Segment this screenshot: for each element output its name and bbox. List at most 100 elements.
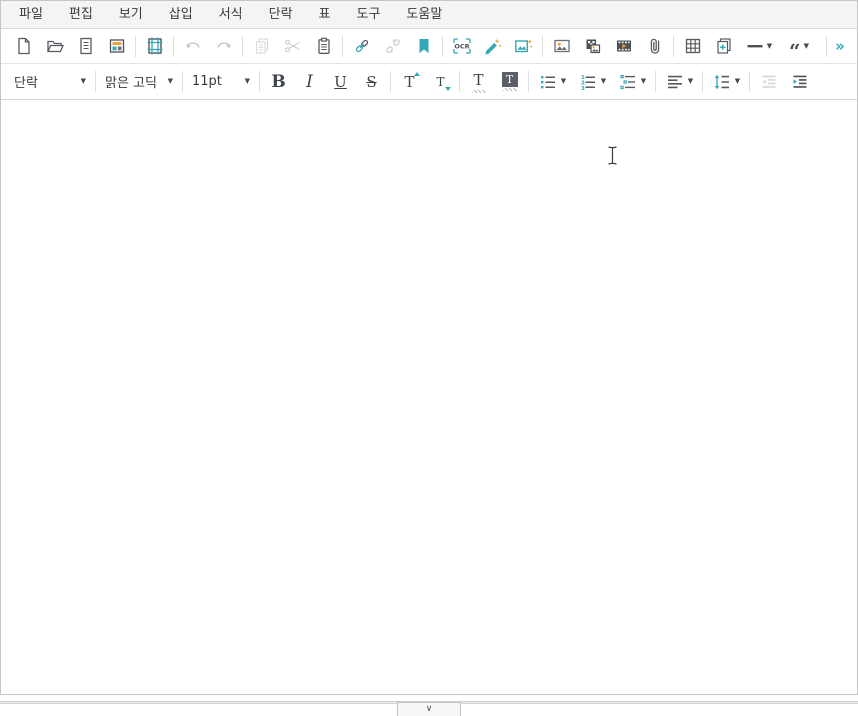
bookmark-icon xyxy=(414,36,434,56)
bold-label: B xyxy=(271,72,285,92)
bullet-list-button[interactable]: ▼ xyxy=(532,67,572,97)
ai-image-button[interactable] xyxy=(508,31,539,61)
dropdown-arrow-icon: ▼ xyxy=(641,78,646,85)
link-icon xyxy=(352,36,372,56)
outdent-button[interactable] xyxy=(753,67,784,97)
open-file-button[interactable] xyxy=(39,31,70,61)
insert-link-button[interactable] xyxy=(346,31,377,61)
menu-view[interactable]: 보기 xyxy=(106,1,156,28)
menu-paragraph[interactable]: 단락 xyxy=(256,1,306,28)
menu-format[interactable]: 서식 xyxy=(206,1,256,28)
cut-button[interactable] xyxy=(277,31,308,61)
bookmark-button[interactable] xyxy=(408,31,439,61)
ocr-button[interactable]: OCR xyxy=(446,31,477,61)
highlight-color-icon: T xyxy=(502,72,518,91)
undo-button[interactable] xyxy=(177,31,208,61)
undo-icon xyxy=(183,36,203,56)
font-size-dropdown[interactable]: 11pt ▼ xyxy=(186,67,256,97)
toolbar-separator xyxy=(242,36,243,57)
insert-video-button[interactable] xyxy=(608,31,639,61)
photo-gallery-button[interactable] xyxy=(577,31,608,61)
font-family-dropdown[interactable]: 맑은 고딕 ▼ xyxy=(99,67,179,97)
double-chevron-right-icon: » xyxy=(835,39,845,54)
ai-image-icon xyxy=(513,36,534,56)
paperclip-icon xyxy=(645,36,665,56)
insert-image-button[interactable] xyxy=(546,31,577,61)
blockquote-button[interactable]: “ ▼ xyxy=(779,31,819,61)
scissors-icon xyxy=(283,36,303,56)
dropdown-arrow-icon: ▼ xyxy=(804,43,809,50)
menu-table[interactable]: 표 xyxy=(306,1,344,28)
horizontal-line-button[interactable]: ▼ xyxy=(739,31,779,61)
attach-file-button[interactable] xyxy=(639,31,670,61)
toolbar-separator xyxy=(749,71,750,92)
dropdown-arrow-icon: ▼ xyxy=(767,43,772,50)
dropdown-arrow-icon: ▼ xyxy=(735,78,740,85)
editor-canvas[interactable] xyxy=(1,100,857,694)
caret-down-icon xyxy=(445,87,451,91)
multilevel-list-button[interactable]: ▼ xyxy=(612,67,652,97)
menu-insert[interactable]: 삽입 xyxy=(156,1,206,28)
align-left-icon xyxy=(665,72,685,92)
template-button[interactable] xyxy=(101,31,132,61)
underline-button[interactable]: U xyxy=(325,67,356,97)
copy-button[interactable] xyxy=(246,31,277,61)
add-page-button[interactable] xyxy=(708,31,739,61)
numbered-list-button[interactable]: 1 2 3 ▼ xyxy=(572,67,612,97)
font-color-button[interactable]: T xyxy=(463,67,494,97)
bullet-list-icon xyxy=(538,72,558,92)
quote-icon: “ xyxy=(789,47,801,55)
bold-button[interactable]: B xyxy=(263,67,294,97)
italic-label: I xyxy=(306,72,313,92)
increase-font-size-button[interactable]: T xyxy=(394,67,425,97)
ai-pen-button[interactable] xyxy=(477,31,508,61)
redo-button[interactable] xyxy=(208,31,239,61)
toolbar-separator xyxy=(182,71,183,92)
indent-button[interactable] xyxy=(784,67,815,97)
multilevel-list-icon xyxy=(618,72,638,92)
toolbar-separator xyxy=(442,36,443,57)
strikethrough-button[interactable]: S xyxy=(356,67,387,97)
toolbar-separator xyxy=(173,36,174,57)
template-icon xyxy=(107,36,127,56)
indent-icon xyxy=(790,72,810,92)
menu-file[interactable]: 파일 xyxy=(6,1,56,28)
expand-panel-button[interactable]: ∨ xyxy=(397,702,461,716)
toolbar-separator xyxy=(655,71,656,92)
line-spacing-icon xyxy=(712,72,732,92)
align-button[interactable]: ▼ xyxy=(659,67,699,97)
toolbar-separator xyxy=(673,36,674,57)
page-margins-icon xyxy=(145,36,165,56)
outdent-icon xyxy=(759,72,779,92)
more-tools-button[interactable]: » xyxy=(830,31,850,61)
decrease-font-size-button[interactable]: T xyxy=(425,67,456,97)
toolbar-separator xyxy=(702,71,703,92)
line-spacing-button[interactable]: ▼ xyxy=(706,67,746,97)
editor-window: 파일 편집 보기 삽입 서식 단락 표 도구 도움말 xyxy=(0,0,858,695)
underline-label: U xyxy=(334,73,347,91)
video-icon xyxy=(614,36,634,56)
svg-text:3: 3 xyxy=(581,86,585,92)
chevron-down-icon: ∨ xyxy=(426,705,433,714)
remove-link-button[interactable] xyxy=(377,31,408,61)
paragraph-style-value: 단락 xyxy=(14,72,38,91)
new-document-button[interactable] xyxy=(8,31,39,61)
toolbar-separator xyxy=(528,71,529,92)
document-preview-button[interactable] xyxy=(70,31,101,61)
paste-button[interactable] xyxy=(308,31,339,61)
font-family-value: 맑은 고딕 xyxy=(105,72,157,91)
highlight-color-button[interactable]: T xyxy=(494,67,525,97)
strikethrough-label: S xyxy=(366,73,376,91)
italic-button[interactable]: I xyxy=(294,67,325,97)
page-layout-button[interactable] xyxy=(139,31,170,61)
photo-gallery-icon xyxy=(583,36,603,56)
dropdown-arrow-icon: ▼ xyxy=(81,78,86,85)
paragraph-style-dropdown[interactable]: 단락 ▼ xyxy=(8,67,92,97)
copy-icon xyxy=(252,36,272,56)
toolbar-separator xyxy=(390,71,391,92)
menu-help[interactable]: 도움말 xyxy=(393,1,455,28)
insert-table-button[interactable] xyxy=(677,31,708,61)
menu-tools[interactable]: 도구 xyxy=(344,1,394,28)
caret-up-icon xyxy=(414,72,420,76)
menu-edit[interactable]: 편집 xyxy=(56,1,106,28)
